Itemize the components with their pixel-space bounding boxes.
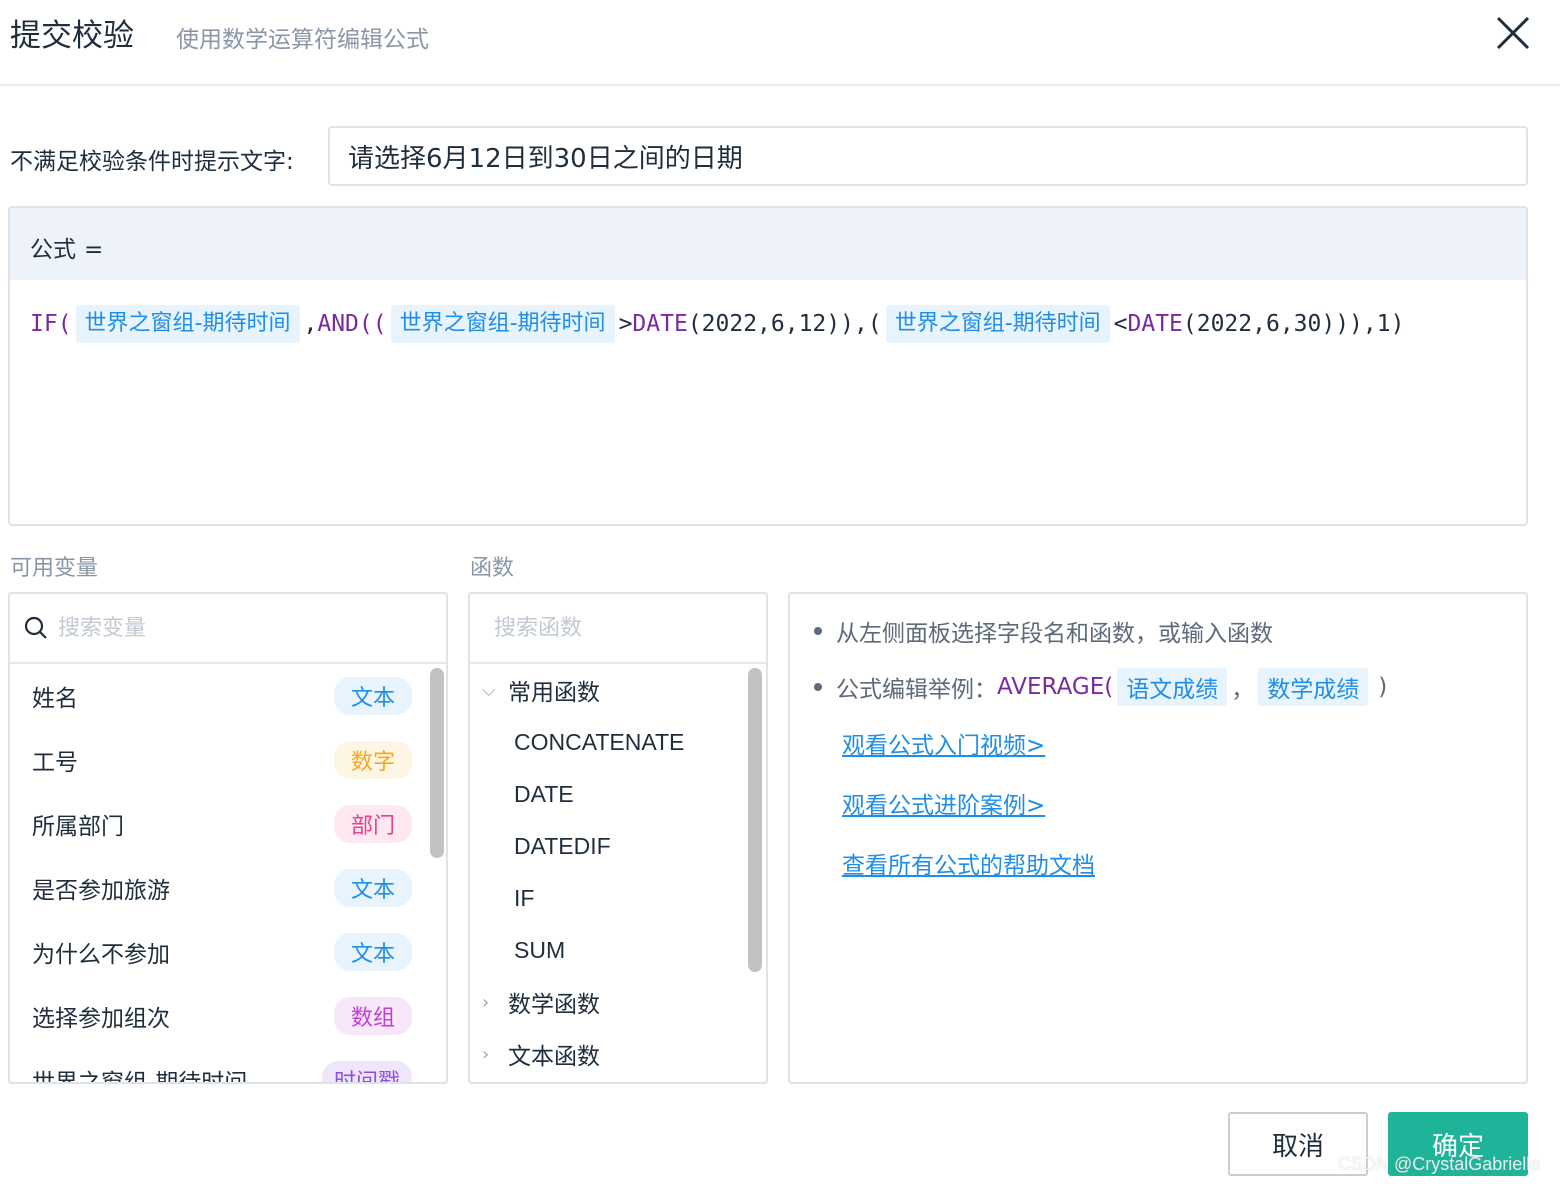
function-item[interactable]: CONCATENATE xyxy=(470,716,766,768)
variable-type-badge: 部门 xyxy=(334,805,412,843)
variable-item[interactable]: 工号 数字 xyxy=(10,728,446,792)
help-panel: 从左侧面板选择字段名和函数，或输入函数 公式编辑举例： AVERAGE(语文成绩，… xyxy=(788,592,1528,1084)
variable-name: 所属部门 xyxy=(32,814,124,840)
function-group-math[interactable]: › 数学函数 xyxy=(470,976,766,1028)
formula-variable-chip[interactable]: 世界之窗组-期待时间 xyxy=(885,305,1110,343)
functions-panel: ⌵ 常用函数 CONCATENATE DATE DATEDIF IF SUM ›… xyxy=(468,592,768,1084)
watermark: CSDN @CrystalGabrielle xyxy=(1338,1154,1541,1174)
functions-list: ⌵ 常用函数 CONCATENATE DATE DATEDIF IF SUM ›… xyxy=(470,664,766,1080)
variable-type-badge: 文本 xyxy=(334,933,412,971)
function-item[interactable]: SUM xyxy=(470,924,766,976)
formula-token: (2022,6,30))),1) xyxy=(1182,311,1405,337)
formula-token: > xyxy=(618,311,633,337)
variable-name: 为什么不参加 xyxy=(32,942,170,968)
variables-search-input[interactable] xyxy=(58,615,338,641)
variable-name: 姓名 xyxy=(32,686,78,712)
search-icon xyxy=(24,616,47,639)
variables-list: 姓名 文本 工号 数字 所属部门 部门 是否参加旅游 文本 为什么不参加 文本 选择参加组次 数组 世界… xyxy=(10,664,446,1084)
example-function: AVERAGE( xyxy=(997,674,1114,700)
function-group-label: 常用函数 xyxy=(508,680,600,706)
functions-search xyxy=(470,594,766,664)
help-tip-text: 从左侧面板选择字段名和函数，或输入函数 xyxy=(836,621,1273,647)
variables-section-label: 可用变量 xyxy=(10,556,99,581)
formula-header: 公式 = xyxy=(10,208,1526,280)
help-tip: 从左侧面板选择字段名和函数，或输入函数 xyxy=(814,614,1502,648)
variable-name: 工号 xyxy=(32,750,78,776)
example-close-paren: ) xyxy=(1378,674,1388,700)
functions-scrollbar[interactable] xyxy=(748,668,762,972)
variable-name: 选择参加组次 xyxy=(32,1006,170,1032)
variables-search xyxy=(10,594,446,664)
example-variable-chip: 数学成绩 xyxy=(1258,668,1369,706)
formula-token: IF( xyxy=(30,311,72,337)
help-tip-text: 公式编辑举例： xyxy=(836,677,997,703)
functions-section-label: 函数 xyxy=(470,556,515,581)
formula-editor[interactable]: 公式 = IF( 世界之窗组-期待时间 , AND(( 世界之窗组-期待时间 > … xyxy=(8,206,1528,526)
dialog-subtitle: 使用数学运算符编辑公式 xyxy=(176,27,429,53)
function-item[interactable]: DATE xyxy=(470,768,766,820)
formula-label: 公式 xyxy=(30,237,76,263)
variable-type-badge: 数字 xyxy=(334,741,412,779)
bullet-icon xyxy=(814,683,822,691)
help-tips: 从左侧面板选择字段名和函数，或输入函数 公式编辑举例： AVERAGE(语文成绩，… xyxy=(814,614,1502,706)
example-separator: ， xyxy=(1231,677,1255,703)
formula-equals: = xyxy=(84,237,104,263)
function-group-label: 数学函数 xyxy=(508,992,600,1018)
functions-search-input[interactable] xyxy=(494,615,766,641)
dialog-title: 提交校验 xyxy=(10,18,134,54)
help-docs-link[interactable]: 查看所有公式的帮助文档 xyxy=(842,846,1502,880)
formula-token: DATE xyxy=(632,311,688,337)
function-group-common[interactable]: ⌵ 常用函数 xyxy=(470,664,766,716)
close-button[interactable] xyxy=(1492,12,1534,54)
variable-item[interactable]: 是否参加旅游 文本 xyxy=(10,856,446,920)
function-group-text[interactable]: › 文本函数 xyxy=(470,1028,766,1080)
variable-item[interactable]: 为什么不参加 文本 xyxy=(10,920,446,984)
variable-item[interactable]: 世界之窗组-期待时间 时间戳 xyxy=(10,1048,446,1084)
formula-variable-chip[interactable]: 世界之窗组-期待时间 xyxy=(75,305,300,343)
chevron-down-icon: ⌵ xyxy=(482,679,496,701)
bullet-icon xyxy=(814,627,822,635)
advanced-cases-link[interactable]: 观看公式进阶案例> xyxy=(842,786,1502,820)
formula-token: DATE xyxy=(1127,311,1183,337)
help-tip-example: 公式编辑举例： AVERAGE(语文成绩，数学成绩) xyxy=(814,668,1502,706)
variables-panel: 姓名文本工号数字所属部门部门是否参加旅游文本为什么不参加文本选择参加组次数组世界… xyxy=(8,592,448,1084)
variable-item[interactable]: 所属部门 部门 xyxy=(10,792,446,856)
formula-variable-chip[interactable]: 世界之窗组-期待时间 xyxy=(390,305,615,343)
variables-scrollbar[interactable] xyxy=(430,668,444,858)
close-icon xyxy=(1496,16,1530,50)
variable-type-badge: 文本 xyxy=(334,869,412,907)
formula-token: AND(( xyxy=(317,311,387,337)
function-group-label: 文本函数 xyxy=(508,1044,600,1070)
variable-name: 是否参加旅游 xyxy=(32,878,170,904)
hint-label: 不满足校验条件时提示文字: xyxy=(10,149,294,175)
function-item[interactable]: DATEDIF xyxy=(470,820,766,872)
formula-token: (2022,6,12)),( xyxy=(687,311,882,337)
dialog-header: 提交校验 使用数学运算符编辑公式 xyxy=(0,0,1560,86)
intro-video-link[interactable]: 观看公式入门视频> xyxy=(842,726,1502,760)
function-item[interactable]: IF xyxy=(470,872,766,924)
variable-item[interactable]: 选择参加组次 数组 xyxy=(10,984,446,1048)
variable-type-badge: 数组 xyxy=(334,997,412,1035)
formula-token: , xyxy=(303,311,318,337)
chevron-right-icon: › xyxy=(482,991,490,1013)
formula-token: < xyxy=(1113,311,1128,337)
variable-item[interactable]: 姓名 文本 xyxy=(10,664,446,728)
hint-text-input[interactable] xyxy=(328,126,1528,186)
variable-name: 世界之窗组-期待时间 xyxy=(32,1070,248,1084)
example-variable-chip: 语文成绩 xyxy=(1117,668,1228,706)
variable-type-badge: 文本 xyxy=(334,677,412,715)
chevron-right-icon: › xyxy=(482,1043,490,1065)
variable-type-badge: 时间戳 xyxy=(321,1061,412,1082)
formula-expression[interactable]: IF( 世界之窗组-期待时间 , AND(( 世界之窗组-期待时间 > DATE… xyxy=(30,304,1404,344)
